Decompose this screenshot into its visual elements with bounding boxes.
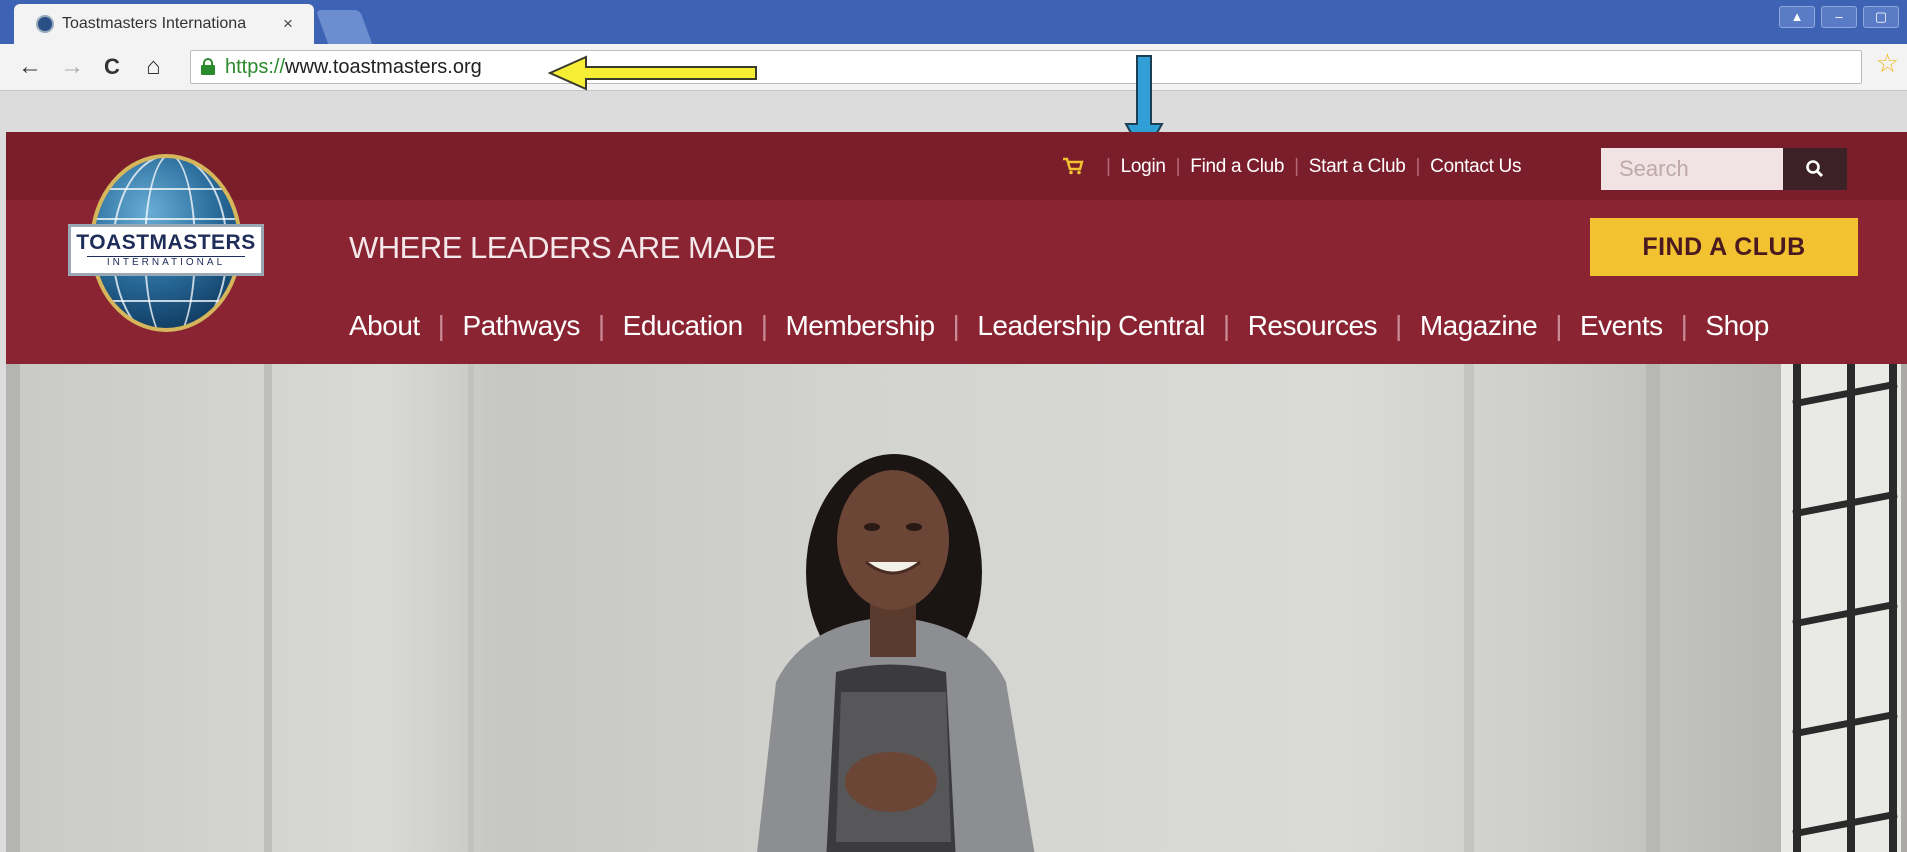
window-restore-button[interactable]: ▢ [1863, 6, 1899, 28]
browser-toolbar: ← → C ⌂ https://www.toastmasters.org ☆ [0, 44, 1907, 91]
tab-close-icon[interactable]: × [283, 14, 293, 34]
find-a-club-button[interactable]: FIND A CLUB [1590, 218, 1858, 276]
utility-links: | Login | Find a Club | Start a Club | C… [1096, 156, 1521, 178]
main-navigation: About | Pathways | Education | Membershi… [349, 310, 1769, 342]
separator: | [1555, 310, 1562, 341]
toastmasters-favicon-icon [36, 15, 54, 33]
separator: | [1294, 156, 1299, 177]
nav-item-magazine[interactable]: Magazine [1420, 310, 1538, 342]
logo-word-toastmasters: TOASTMASTERS [76, 231, 256, 254]
tagline: WHERE LEADERS ARE MADE [349, 230, 776, 265]
search-button[interactable] [1783, 148, 1847, 190]
search-input[interactable] [1601, 148, 1783, 190]
browser-tab[interactable]: Toastmasters Internationa × [14, 4, 314, 44]
toastmasters-website: | Login | Find a Club | Start a Club | C… [6, 132, 1907, 852]
utility-bar: | Login | Find a Club | Start a Club | C… [6, 132, 1907, 200]
lock-icon [201, 58, 215, 75]
nav-item-leadership-central[interactable]: Leadership Central [977, 310, 1205, 342]
hero-image [6, 364, 1907, 852]
url-text: https://www.toastmasters.org [225, 55, 482, 79]
nav-item-education[interactable]: Education [623, 310, 744, 342]
home-icon[interactable]: ⌂ [146, 52, 161, 82]
url-scheme: https:// [225, 56, 286, 78]
browser-tabstrip: Toastmasters Internationa × ▲ – ▢ [0, 0, 1907, 44]
bookmark-star-icon[interactable]: ☆ [1876, 48, 1899, 79]
shopping-cart-icon[interactable] [1062, 157, 1084, 175]
logo-wordmark: TOASTMASTERS INTERNATIONAL [68, 224, 264, 276]
nav-item-about[interactable]: About [349, 310, 420, 342]
separator: | [1415, 156, 1421, 177]
new-tab-button[interactable] [315, 10, 373, 44]
address-bar[interactable]: https://www.toastmasters.org [190, 50, 1862, 84]
search-icon [1806, 160, 1824, 178]
tab-title: Toastmasters Internationa [62, 15, 247, 32]
toastmasters-logo[interactable]: TOASTMASTERS INTERNATIONAL [68, 154, 264, 336]
nav-item-resources[interactable]: Resources [1248, 310, 1378, 342]
window-user-button[interactable]: ▲ [1779, 6, 1815, 28]
separator: | [1395, 310, 1402, 341]
back-arrow-icon[interactable]: ← [18, 52, 42, 82]
separator: | [1106, 156, 1111, 177]
separator: | [1175, 156, 1181, 177]
separator: | [1222, 310, 1230, 341]
yellow-annotation-arrow [548, 55, 757, 91]
separator: | [952, 310, 960, 341]
separator: | [760, 310, 768, 341]
separator: | [597, 310, 605, 341]
window-frame [1781, 364, 1901, 852]
window-controls: ▲ – ▢ [1779, 6, 1899, 28]
start-a-club-link[interactable]: Start a Club [1309, 156, 1406, 178]
login-link[interactable]: Login [1121, 156, 1166, 178]
nav-item-membership[interactable]: Membership [785, 310, 935, 342]
reload-icon[interactable]: C [104, 52, 120, 82]
logo-word-international: INTERNATIONAL [87, 256, 245, 269]
url-host: www.toastmasters.org [285, 56, 482, 78]
separator: | [1680, 310, 1688, 341]
nav-item-shop[interactable]: Shop [1705, 310, 1769, 342]
find-a-club-link[interactable]: Find a Club [1190, 156, 1284, 178]
separator: | [437, 310, 445, 341]
nav-item-pathways[interactable]: Pathways [462, 310, 580, 342]
nav-item-events[interactable]: Events [1580, 310, 1663, 342]
forward-arrow-icon[interactable]: → [60, 52, 84, 82]
window-minimize-button[interactable]: – [1821, 6, 1857, 28]
speaker-photo [757, 454, 1035, 852]
contact-us-link[interactable]: Contact Us [1430, 156, 1521, 178]
